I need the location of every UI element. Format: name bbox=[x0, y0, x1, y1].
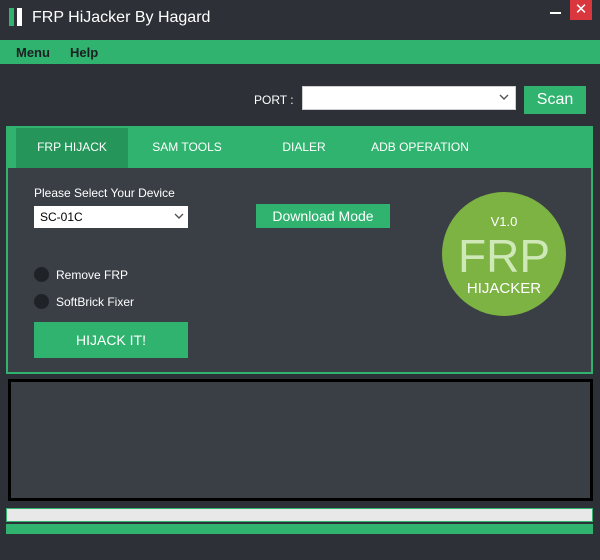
device-label: Please Select Your Device bbox=[34, 186, 175, 200]
port-select[interactable] bbox=[302, 86, 516, 110]
tab-frp-hijack[interactable]: FRP HIJACK bbox=[16, 128, 128, 168]
device-value: SC-01C bbox=[40, 210, 83, 224]
window-title: FRP HiJacker By Hagard bbox=[32, 9, 211, 26]
frp-hijack-content: Please Select Your Device SC-01C Downloa… bbox=[8, 168, 591, 372]
frp-hijacker-logo: V1.0 FRP HIJACKER bbox=[442, 192, 566, 316]
chevron-down-icon bbox=[174, 213, 184, 219]
main-panel: FRP HIJACK SAM TOOLS DIALER ADB OPERATIO… bbox=[6, 126, 593, 374]
tab-dialer[interactable]: DIALER bbox=[256, 128, 352, 168]
tab-bar: FRP HIJACK SAM TOOLS DIALER ADB OPERATIO… bbox=[8, 128, 591, 168]
logo-sub: HIJACKER bbox=[467, 280, 541, 297]
close-button[interactable]: ✕ bbox=[570, 0, 592, 20]
progress-bar bbox=[6, 508, 593, 522]
title-bar: FRP HiJacker By Hagard ✕ bbox=[0, 0, 600, 38]
menu-item-menu[interactable]: Menu bbox=[16, 45, 50, 60]
tab-adb-operation[interactable]: ADB OPERATION bbox=[358, 128, 482, 168]
softbrick-fixer-label: SoftBrick Fixer bbox=[56, 295, 135, 309]
remove-frp-label: Remove FRP bbox=[56, 268, 129, 282]
output-log[interactable] bbox=[8, 379, 593, 501]
menu-item-help[interactable]: Help bbox=[70, 45, 98, 60]
minimize-button[interactable] bbox=[548, 4, 564, 20]
logo-main: FRP bbox=[458, 230, 550, 282]
app-logo-icon bbox=[9, 8, 23, 26]
port-label: PORT : bbox=[254, 93, 294, 107]
tab-sam-tools[interactable]: SAM TOOLS bbox=[132, 128, 242, 168]
status-bar bbox=[6, 524, 593, 534]
hijack-button[interactable]: HIJACK IT! bbox=[34, 322, 188, 358]
radio-icon bbox=[34, 267, 49, 282]
scan-button[interactable]: Scan bbox=[524, 86, 586, 114]
download-mode-button[interactable]: Download Mode bbox=[256, 204, 390, 228]
chevron-down-icon bbox=[499, 94, 509, 100]
menu-bar: Menu Help bbox=[0, 40, 600, 64]
radio-icon bbox=[34, 294, 49, 309]
logo-version: V1.0 bbox=[491, 214, 518, 229]
device-select[interactable]: SC-01C bbox=[34, 206, 188, 228]
minimize-icon bbox=[550, 12, 561, 14]
